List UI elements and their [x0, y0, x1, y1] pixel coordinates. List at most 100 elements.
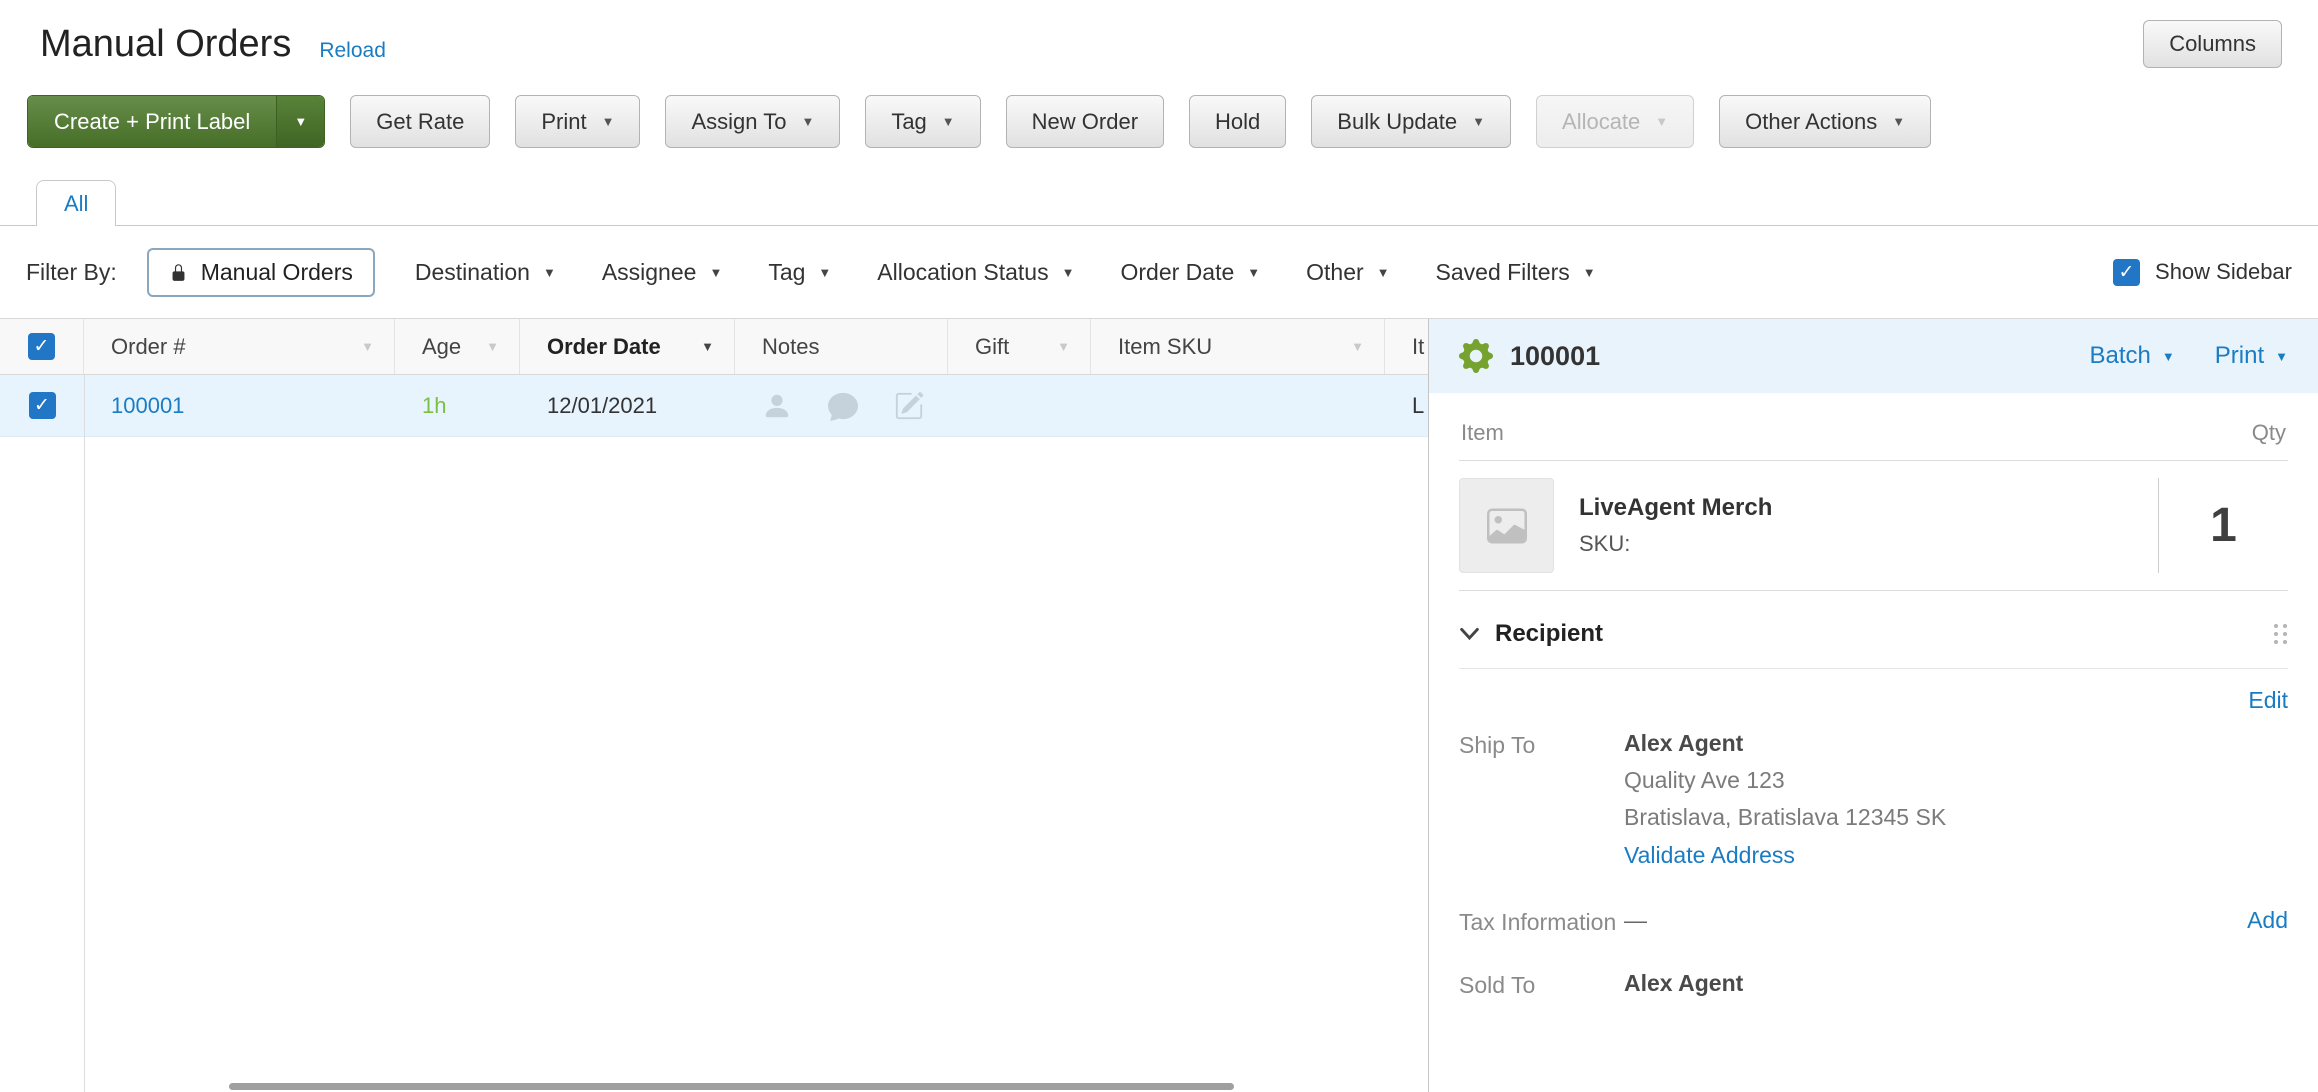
order-row[interactable]: ✓ 100001 1h 12/01/2021	[0, 375, 1428, 437]
batch-dropdown[interactable]: Batch ▼	[2090, 342, 2175, 370]
filter-allocation-status[interactable]: Allocation Status ▼	[877, 259, 1074, 286]
recipient-edit-row: Edit	[1459, 669, 2288, 714]
chat-note-icon[interactable]	[828, 391, 858, 421]
note-icons	[762, 391, 924, 421]
filter-other[interactable]: Other ▼	[1306, 259, 1389, 286]
show-sidebar-toggle[interactable]: ✓ Show Sidebar	[2113, 259, 2292, 286]
horizontal-scrollbar[interactable]	[229, 1083, 1234, 1090]
sort-caret-icon[interactable]: ▼	[351, 339, 374, 354]
column-header-item-name[interactable]: It	[1385, 319, 1428, 374]
filter-order-date[interactable]: Order Date ▼	[1120, 259, 1260, 286]
ship-to-row: Ship To Alex Agent Quality Ave 123 Brati…	[1459, 730, 2288, 869]
recipient-section-title: Recipient	[1495, 620, 1603, 648]
row-checkbox[interactable]: ✓	[29, 392, 56, 419]
order-number-link[interactable]: 100001	[111, 393, 184, 419]
columns-button[interactable]: Columns	[2143, 20, 2282, 68]
edit-recipient-link[interactable]: Edit	[2248, 687, 2288, 714]
select-all-cell: ✓	[0, 319, 84, 374]
column-header-order-date[interactable]: Order Date ▼	[520, 319, 735, 374]
validate-address-row: Validate Address	[1624, 842, 2288, 869]
filter-saved-filters[interactable]: Saved Filters ▼	[1436, 259, 1596, 286]
print-button[interactable]: Print ▼	[515, 95, 640, 148]
select-all-checkbox[interactable]: ✓	[28, 333, 55, 360]
filter-dropdowns: Destination ▼ Assignee ▼ Tag ▼ Allocatio…	[415, 259, 1596, 286]
sold-to-row: Sold To Alex Agent	[1459, 970, 2288, 1001]
sidebar-order-number: 100001	[1510, 341, 1600, 372]
caret-down-icon: ▼	[942, 114, 955, 129]
filter-destination[interactable]: Destination ▼	[415, 259, 556, 286]
ship-to-address-line2: Bratislava, Bratislava 12345 SK	[1624, 804, 2288, 831]
caret-down-icon: ▼	[602, 114, 615, 129]
validate-address-link[interactable]: Validate Address	[1624, 842, 1795, 868]
filter-destination-label: Destination	[415, 259, 530, 286]
sort-caret-icon[interactable]: ▼	[691, 339, 714, 354]
allocate-button: Allocate ▼	[1536, 95, 1694, 148]
new-order-button[interactable]: New Order	[1006, 95, 1164, 148]
recipient-section-header[interactable]: Recipient	[1459, 591, 2288, 668]
drag-handle-icon[interactable]	[2274, 624, 2288, 644]
grid-header: ✓ Order # ▼ Age ▼ Order Date ▼ Notes	[0, 319, 1428, 375]
hold-button[interactable]: Hold	[1189, 95, 1286, 148]
caret-down-icon: ▼	[818, 265, 831, 280]
row-gift-cell	[948, 375, 1091, 436]
filter-bar: Filter By: Manual Orders Destination ▼ A…	[0, 226, 2318, 319]
item-qty: 1	[2210, 498, 2237, 553]
sort-caret-icon[interactable]: ▼	[476, 339, 499, 354]
buyer-note-icon[interactable]	[762, 391, 792, 421]
check-icon: ✓	[34, 394, 50, 417]
reload-link[interactable]: Reload	[319, 39, 386, 63]
filter-allocation-status-label: Allocation Status	[877, 259, 1048, 286]
column-header-gift[interactable]: Gift ▼	[948, 319, 1091, 374]
sidebar-header: 100001 Batch ▼ Print ▼	[1429, 319, 2318, 393]
add-tax-information-link[interactable]: Add	[2247, 907, 2288, 934]
get-rate-button[interactable]: Get Rate	[350, 95, 490, 148]
tag-label: Tag	[891, 109, 926, 135]
page-title: Manual Orders	[40, 23, 291, 66]
check-icon: ✓	[2119, 261, 2135, 284]
tab-all[interactable]: All	[36, 180, 116, 226]
item-info: LiveAgent Merch SKU:	[1579, 494, 1772, 557]
tag-button[interactable]: Tag ▼	[865, 95, 980, 148]
sort-caret-icon[interactable]: ▼	[1341, 339, 1364, 354]
bulk-update-label: Bulk Update	[1337, 109, 1457, 135]
tax-information-value: —	[1624, 907, 2247, 934]
filter-tag[interactable]: Tag ▼	[768, 259, 831, 286]
manual-orders-page: Manual Orders Reload Columns Create + Pr…	[0, 0, 2318, 1092]
sort-caret-icon[interactable]: ▼	[1047, 339, 1070, 354]
column-header-age-label: Age	[422, 334, 461, 360]
caret-down-icon: ▼	[1247, 265, 1260, 280]
caret-down-icon: ▼	[1583, 265, 1596, 280]
ship-to-address-line1: Quality Ave 123	[1624, 767, 2288, 794]
column-header-age[interactable]: Age ▼	[395, 319, 520, 374]
edit-note-icon[interactable]	[894, 391, 924, 421]
main-area: ✓ Order # ▼ Age ▼ Order Date ▼ Notes	[0, 319, 2318, 1092]
item-row: LiveAgent Merch SKU: 1	[1459, 461, 2288, 590]
allocate-label: Allocate	[1562, 109, 1640, 135]
qty-column-label: Qty	[2252, 420, 2286, 446]
assign-to-button[interactable]: Assign To ▼	[665, 95, 840, 148]
other-actions-button[interactable]: Other Actions ▼	[1719, 95, 1931, 148]
ship-to-label: Ship To	[1459, 730, 1624, 761]
caret-down-icon: ▼	[294, 114, 307, 129]
column-header-item-sku[interactable]: Item SKU ▼	[1091, 319, 1385, 374]
create-print-label-dropdown[interactable]: ▼	[276, 96, 324, 147]
batch-label: Batch	[2090, 342, 2151, 370]
show-sidebar-checkbox[interactable]: ✓	[2113, 259, 2140, 286]
column-header-notes[interactable]: Notes	[735, 319, 948, 374]
column-header-item-sku-label: Item SKU	[1118, 334, 1212, 360]
image-placeholder-icon	[1487, 506, 1527, 546]
column-header-order-number-label: Order #	[111, 334, 186, 360]
column-header-order-number[interactable]: Order # ▼	[84, 319, 395, 374]
sidebar-print-dropdown[interactable]: Print ▼	[2215, 342, 2288, 370]
create-print-label-button[interactable]: Create + Print Label ▼	[27, 95, 325, 148]
bulk-update-button[interactable]: Bulk Update ▼	[1311, 95, 1511, 148]
row-item-sku-cell	[1091, 375, 1385, 436]
filter-manual-orders-chip[interactable]: Manual Orders	[147, 248, 375, 297]
filter-assignee[interactable]: Assignee ▼	[602, 259, 723, 286]
row-select-cell: ✓	[0, 375, 84, 436]
item-qty-block: 1	[2158, 478, 2288, 573]
gear-icon[interactable]	[1459, 339, 1493, 373]
create-print-label-label[interactable]: Create + Print Label	[28, 96, 276, 147]
chevron-down-icon[interactable]	[1459, 627, 1480, 641]
tax-information-label: Tax Information	[1459, 907, 1624, 938]
